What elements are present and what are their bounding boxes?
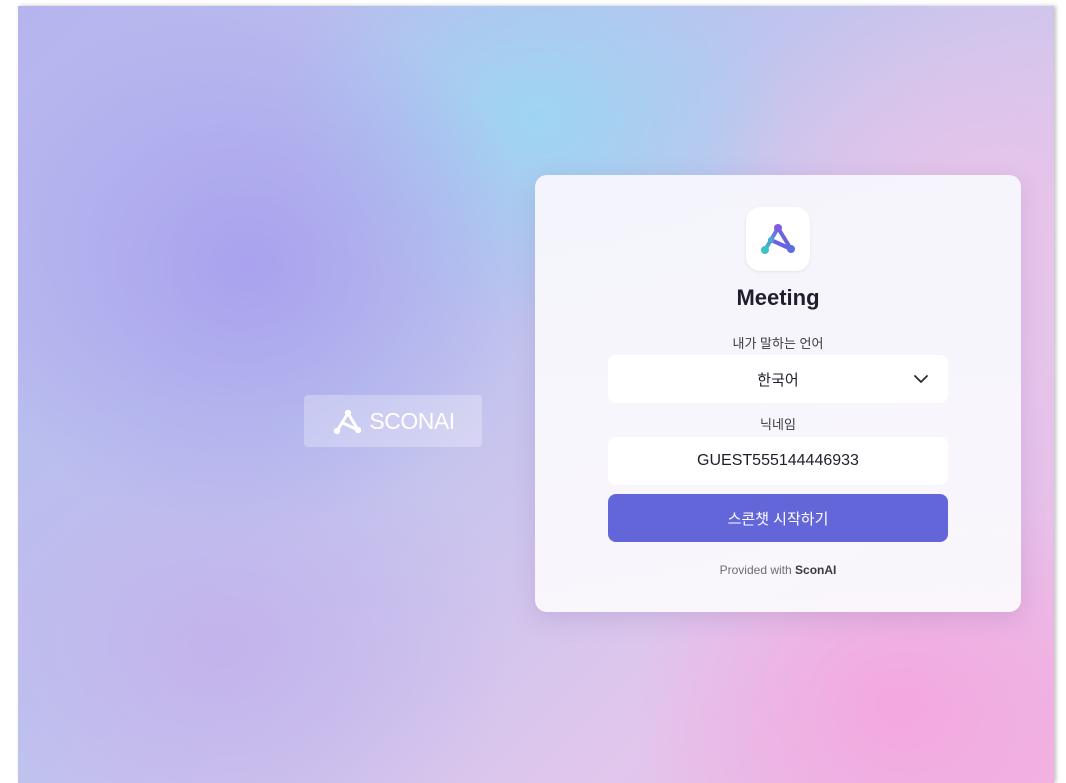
app-icon-tile	[746, 207, 810, 271]
nickname-input[interactable]	[608, 437, 948, 485]
provided-with-footer: Provided with SconAI	[535, 563, 1021, 577]
language-label: 내가 말하는 언어	[732, 336, 824, 351]
page-background: SCONAI Meeting 내가 말하는 언어 한국어 닉네임 GUEST55…	[18, 6, 1054, 783]
nickname-label: 닉네임	[760, 417, 796, 432]
language-select-value: 한국어	[757, 371, 799, 389]
footer-prefix: Provided with	[719, 563, 792, 577]
scon-app-icon	[761, 224, 795, 254]
language-select[interactable]: 한국어	[608, 355, 948, 403]
start-chat-button[interactable]: 스콘챗 시작하기	[608, 494, 948, 542]
scon-logo-icon	[334, 409, 362, 435]
brand-logo: SCONAI	[304, 395, 482, 447]
chevron-down-icon	[914, 375, 928, 383]
brand-name: SCONAI	[369, 407, 455, 434]
footer-brand: SconAI	[795, 563, 837, 577]
join-card: Meeting 내가 말하는 언어 한국어 닉네임 스콘챗 시작하기 Provi…	[535, 175, 1021, 612]
meeting-title: Meeting	[736, 285, 820, 310]
